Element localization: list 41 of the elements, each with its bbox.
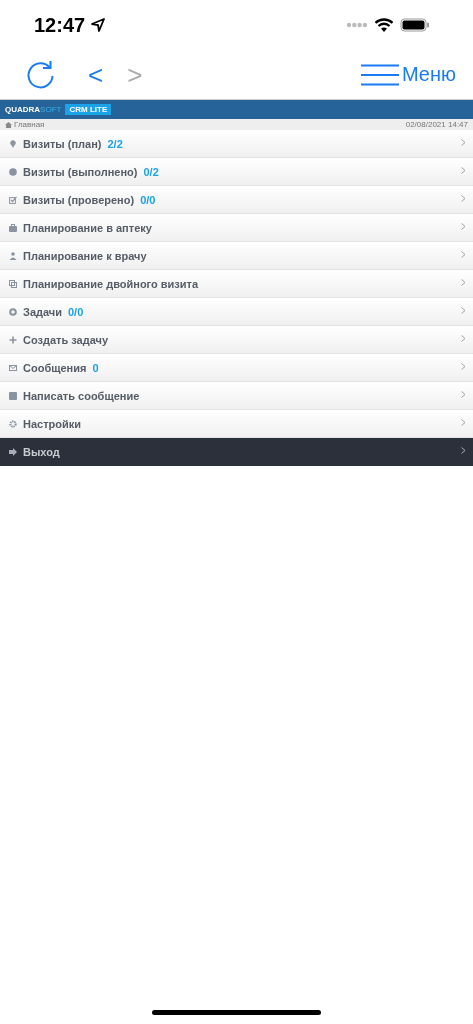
chevron-icon: [461, 279, 466, 286]
count-label: 0/0: [140, 193, 156, 206]
location-icon: [91, 18, 106, 32]
chevron-icon: [461, 139, 466, 146]
wifi-icon: [374, 17, 394, 33]
chevron-icon: [461, 251, 466, 258]
menu-button[interactable]: Меню: [360, 63, 456, 86]
battery-icon: [400, 18, 430, 32]
menu-icon: [360, 63, 399, 86]
chevron-icon: [461, 167, 466, 174]
brand-accent: SOFT: [40, 105, 62, 114]
count-label: 0/0: [68, 305, 84, 318]
back-button[interactable]: <: [88, 59, 104, 90]
chevron-icon: [461, 447, 466, 454]
plus-icon: [9, 335, 17, 344]
breadcrumb-link[interactable]: Главная: [14, 119, 45, 130]
chevron-icon: [461, 363, 466, 370]
chevron-icon: [461, 391, 466, 398]
chevron-icon: [461, 195, 466, 202]
circle-icon: [9, 307, 17, 316]
brand-name: QUADRA: [5, 105, 41, 114]
pin-icon: [9, 139, 17, 148]
checkbox-icon: [9, 195, 17, 204]
briefcase-icon: [9, 223, 17, 232]
count-label: 0/2: [143, 165, 159, 178]
envelope-icon: [9, 363, 17, 372]
sign-out-icon: [9, 448, 17, 456]
edition-badge: CRM LITE: [65, 104, 112, 115]
chevron-icon: [461, 223, 466, 230]
date-time: 02/08/2021 14:47: [405, 119, 468, 130]
home-icon: [5, 121, 12, 128]
copy-icon: [9, 279, 17, 288]
count-label: 0: [92, 361, 99, 374]
status-time: 12:47: [34, 13, 86, 37]
chevron-icon: [461, 419, 466, 426]
person-icon: [9, 251, 17, 260]
refresh-button[interactable]: [26, 59, 56, 90]
signal-icon: [346, 22, 368, 28]
chevron-icon: [461, 335, 466, 342]
count-label: 2/2: [107, 137, 123, 150]
chevron-icon: [461, 307, 466, 314]
